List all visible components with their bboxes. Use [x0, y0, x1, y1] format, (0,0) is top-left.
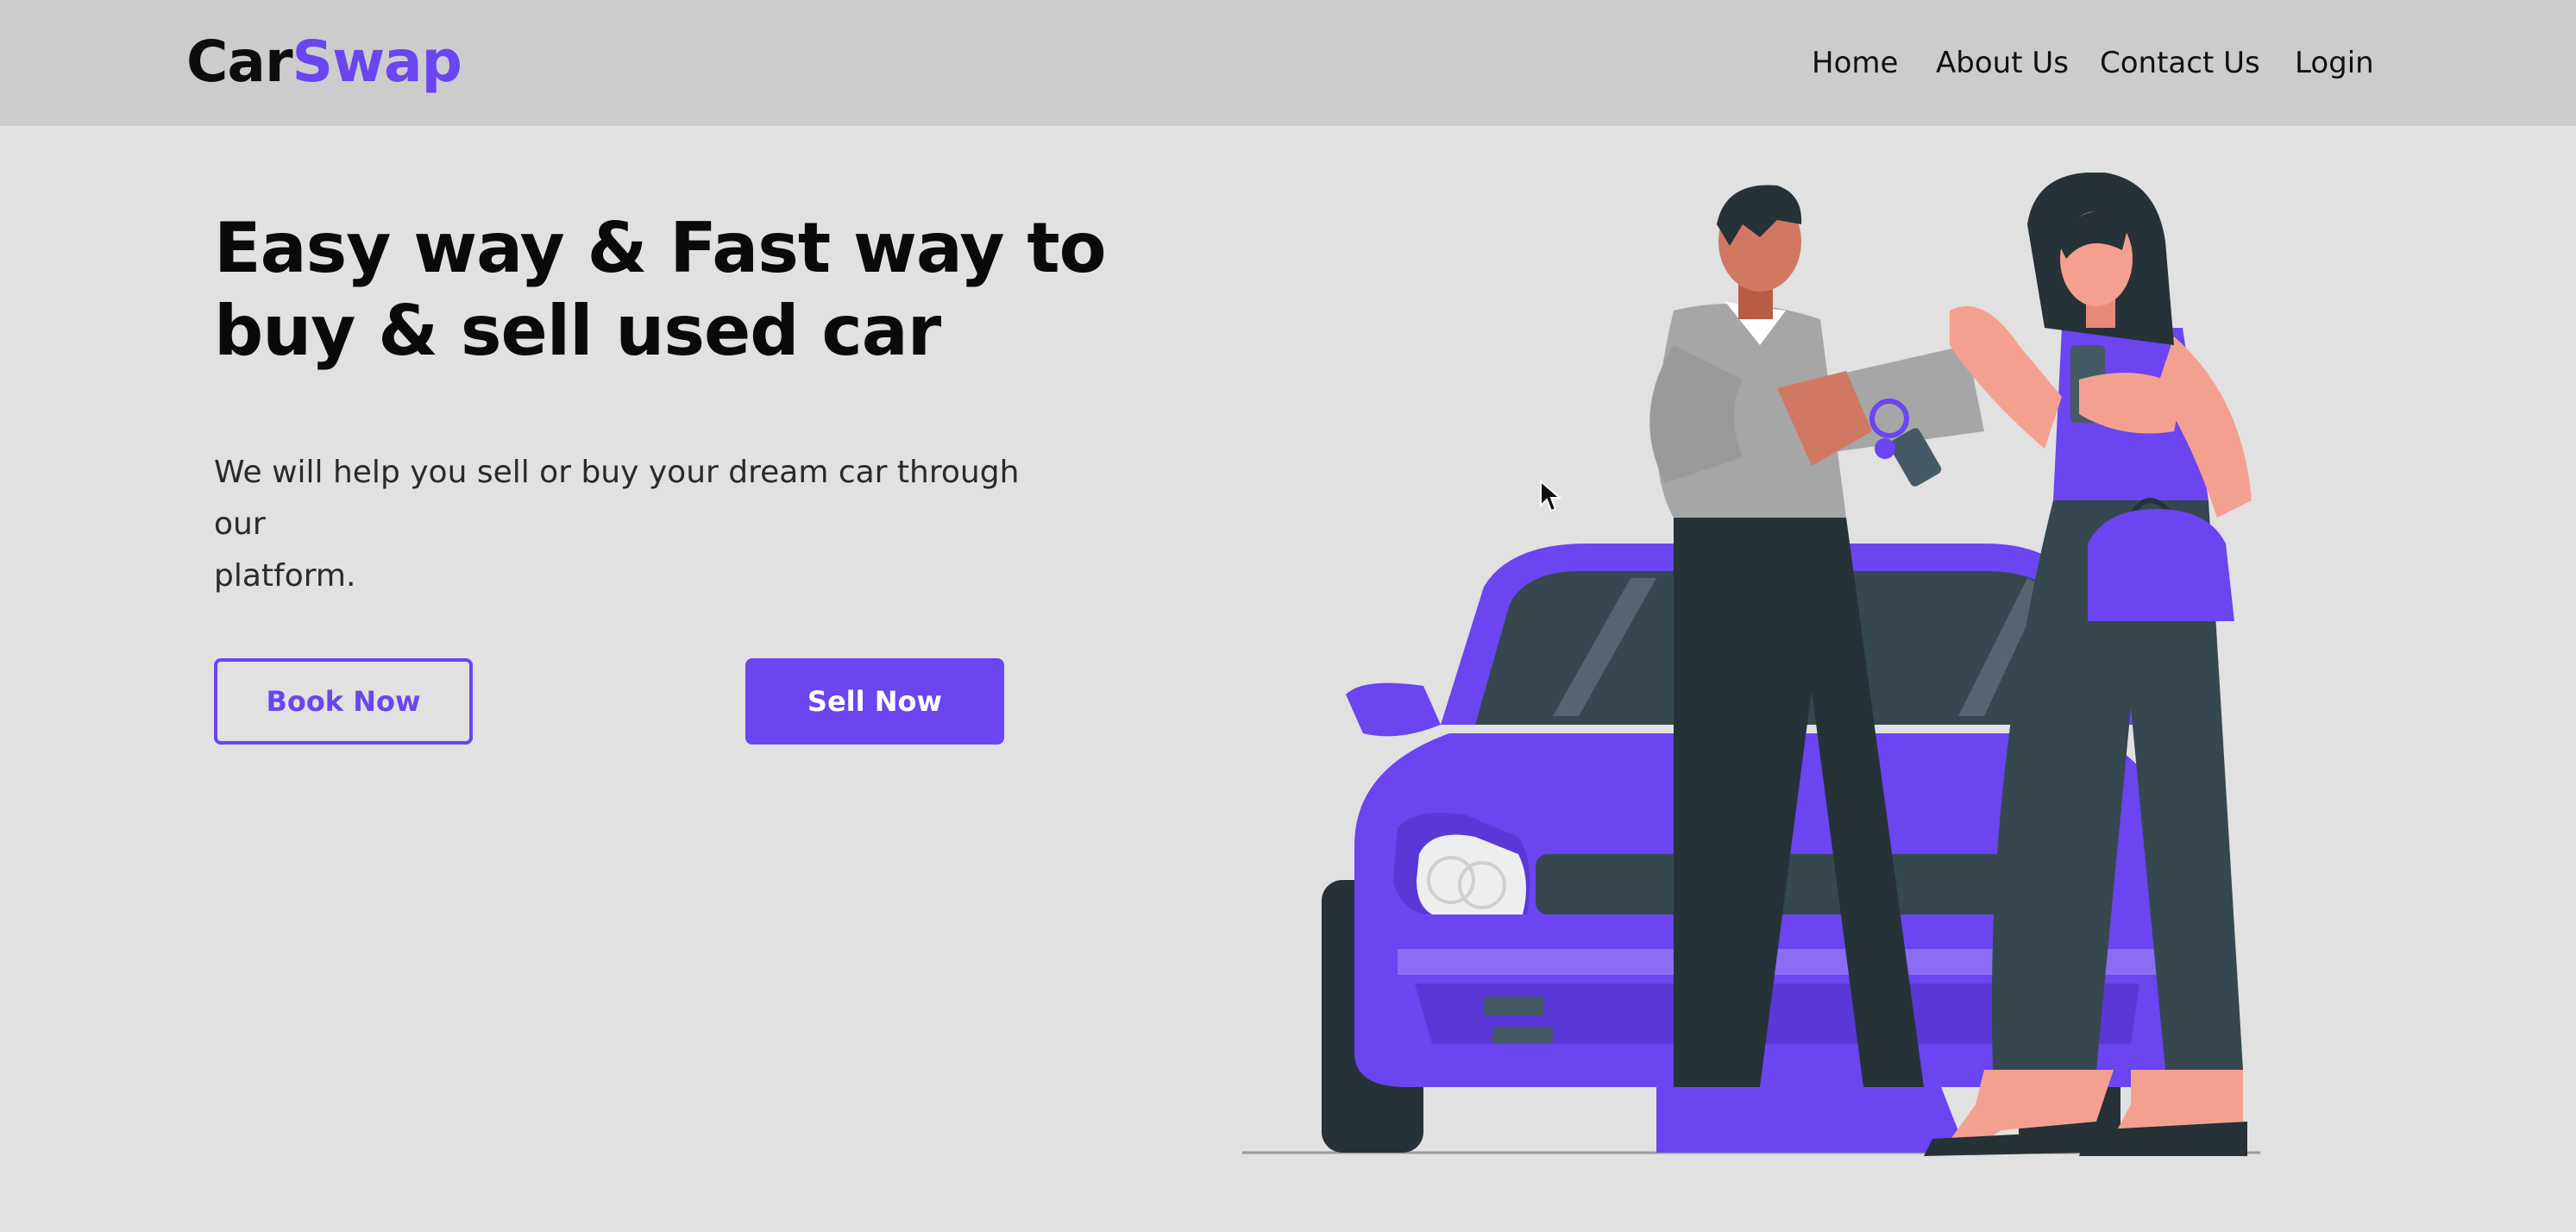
nav-link-contact[interactable]: Contact Us: [2100, 41, 2260, 85]
brand-logo[interactable]: CarSwap: [186, 28, 462, 97]
hero-illustration: [1242, 173, 2260, 1156]
navbar: CarSwap Home About Us Contact Us Login: [0, 0, 2576, 126]
hero-subtitle: We will help you sell or buy your dream …: [214, 447, 1077, 602]
hero-title-line1: Easy way & Fast way to: [214, 208, 1107, 288]
hero-title: Easy way & Fast way to buy & sell used c…: [214, 207, 1163, 373]
book-now-button[interactable]: Book Now: [214, 658, 473, 745]
nav-link-home[interactable]: Home: [1812, 41, 1898, 85]
brand-logo-part2: Swap: [292, 28, 462, 95]
hero-title-line2: buy & sell used car: [214, 291, 941, 371]
mouse-pointer-icon: [1540, 480, 1561, 512]
sell-now-button[interactable]: Sell Now: [745, 658, 1004, 745]
nav-link-login[interactable]: Login: [2295, 41, 2374, 85]
brand-logo-part1: Car: [186, 28, 293, 95]
hero-subtitle-line2: platform.: [214, 558, 356, 594]
hero-subtitle-line1: We will help you sell or buy your dream …: [214, 455, 1020, 542]
nav-link-about[interactable]: About Us: [1936, 41, 2069, 85]
